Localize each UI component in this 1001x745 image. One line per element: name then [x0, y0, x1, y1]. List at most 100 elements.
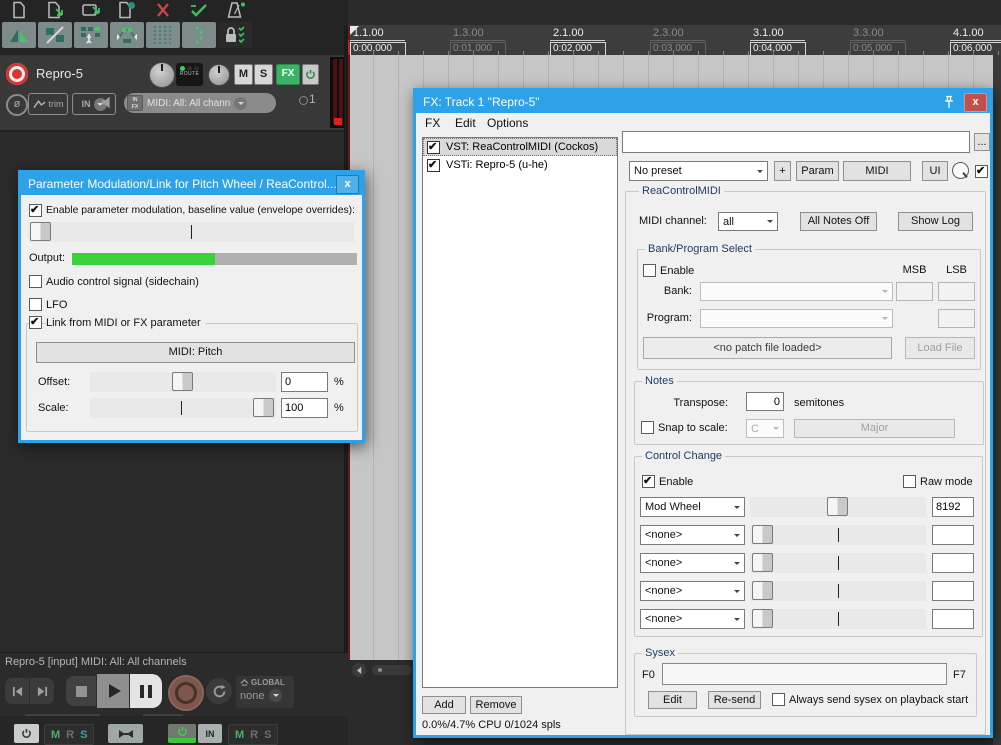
go-to-end-button[interactable] [30, 678, 54, 704]
remove-fx-button[interactable]: Remove [470, 696, 522, 714]
offset-value-input[interactable] [281, 372, 328, 392]
cc-slider-handle[interactable] [752, 525, 773, 544]
solo-button[interactable]: S [264, 729, 271, 741]
ui-button[interactable]: UI [922, 161, 948, 181]
cc-source-select[interactable]: <none> [640, 553, 745, 573]
global-automation-control[interactable]: GLOBAL none [236, 676, 294, 708]
track-power-button[interactable] [168, 724, 196, 743]
scale-name-button[interactable]: Major [794, 419, 955, 438]
program-lsb-input[interactable] [938, 309, 975, 328]
close-button[interactable]: x [964, 93, 987, 112]
preset-select[interactable]: No preset [629, 161, 768, 181]
bank-msb-input[interactable] [896, 282, 933, 301]
monitor-speaker-icon[interactable] [101, 95, 116, 115]
toolbar-button-envelope-points[interactable] [110, 22, 144, 48]
record-button[interactable]: R [250, 729, 258, 741]
fx-enable-checkbox[interactable] [975, 164, 988, 178]
arrange-vscrollbar[interactable] [993, 55, 1001, 745]
midi-button[interactable]: MIDI [843, 161, 911, 181]
scroll-left-button[interactable] [352, 663, 366, 677]
load-file-button[interactable]: Load File [905, 337, 975, 359]
toolbar-button-grid-edit[interactable] [74, 22, 108, 48]
volume-knob[interactable] [149, 62, 175, 88]
offset-slider[interactable] [90, 372, 276, 392]
cc-enable-checkbox[interactable] [642, 474, 655, 488]
cc-source-select[interactable]: Mod Wheel [640, 497, 745, 517]
record-button[interactable]: R [66, 729, 74, 741]
fx-chain-item[interactable]: VST: ReaControlMIDI (Cockos) [423, 138, 617, 156]
fx-comment-input[interactable] [622, 131, 970, 153]
repeat-button[interactable] [206, 678, 232, 704]
sysex-input[interactable] [662, 663, 947, 685]
mute-button[interactable]: M [234, 64, 253, 85]
toolbar-button-project-settings[interactable] [110, 0, 144, 20]
solo-button[interactable]: S [80, 729, 87, 741]
cc-value-input[interactable] [932, 553, 974, 573]
link-checkbox[interactable] [29, 315, 42, 329]
play-button[interactable] [97, 674, 129, 708]
baseline-slider[interactable] [28, 222, 354, 242]
program-select[interactable] [700, 309, 893, 328]
always-send-sysex-checkbox[interactable] [772, 693, 785, 706]
cc-slider-handle[interactable] [752, 553, 773, 572]
track-input-button[interactable]: IN [198, 724, 222, 743]
baseline-slider-handle[interactable] [30, 222, 51, 241]
toolbar-button-grid-lines[interactable] [146, 22, 180, 48]
toolbar-button-check[interactable] [182, 0, 216, 20]
menu-fx[interactable]: FX [425, 116, 440, 130]
cc-value-input[interactable] [932, 525, 974, 545]
midi-channel-select[interactable]: all [718, 212, 778, 231]
offset-slider-handle[interactable] [172, 372, 193, 391]
pan-knob[interactable] [208, 64, 230, 86]
pause-button[interactable] [130, 674, 162, 708]
cc-slider[interactable] [750, 525, 926, 545]
mute-button[interactable]: M [51, 729, 60, 741]
sysex-resend-button[interactable]: Re-send [708, 691, 761, 709]
toolbar-button-save-project[interactable] [74, 0, 108, 20]
toolbar-button-unlink[interactable] [38, 22, 72, 48]
add-fx-button[interactable]: Add [422, 696, 466, 714]
scale-slider-handle[interactable] [253, 398, 274, 417]
toolbar-button-lock[interactable] [218, 22, 252, 48]
midi-input-selector[interactable]: IN FX MIDI: All: All chann [124, 93, 276, 113]
cc-source-select[interactable]: <none> [640, 581, 745, 601]
cc-slider[interactable] [750, 581, 926, 601]
link-source-button[interactable]: MIDI: Pitch [36, 342, 355, 363]
cc-slider-handle[interactable] [752, 581, 773, 600]
preset-plus-button[interactable]: + [774, 161, 791, 181]
fx-button[interactable]: FX [276, 64, 300, 85]
timeline-ruler[interactable]: 1.1.00 0:00.000 1.3.00 0:01.000 2.1.00 0:02… [348, 25, 1001, 56]
audio-control-checkbox[interactable] [29, 275, 42, 288]
phase-button[interactable]: ø [6, 94, 28, 116]
snap-to-scale-checkbox[interactable] [641, 421, 654, 434]
scale-slider[interactable] [90, 398, 276, 418]
menu-options[interactable]: Options [487, 116, 528, 130]
cc-slider[interactable] [750, 553, 926, 573]
transpose-input[interactable] [746, 392, 784, 411]
track-name[interactable]: Repro-5 [36, 66, 83, 81]
show-log-button[interactable]: Show Log [898, 212, 973, 231]
sysex-edit-button[interactable]: Edit [648, 691, 697, 709]
bank-select[interactable] [700, 282, 893, 301]
solo-button[interactable]: S [254, 64, 273, 85]
fx-chain-list[interactable]: VST: ReaControlMIDI (Cockos) VSTi: Repro… [422, 137, 618, 688]
cc-value-input[interactable] [932, 497, 974, 517]
close-button[interactable]: x [336, 175, 359, 194]
fx-enabled-checkbox[interactable] [427, 158, 440, 172]
item-mix-button[interactable] [108, 724, 143, 743]
zoom-slider[interactable] [372, 665, 412, 675]
fx-chain-item[interactable]: VSTi: Repro-5 (u-he) [423, 156, 617, 174]
cc-source-select[interactable]: <none> [640, 525, 745, 545]
menu-edit[interactable]: Edit [455, 116, 476, 130]
wet-dry-knob[interactable] [952, 162, 969, 179]
bank-lsb-input[interactable] [938, 282, 975, 301]
master-power-button[interactable] [14, 724, 39, 743]
browse-button[interactable]: ... [974, 133, 990, 151]
cc-slider-handle[interactable] [752, 609, 773, 628]
trim-envelope-button[interactable]: trim [28, 93, 68, 115]
toolbar-button-open-project[interactable] [38, 0, 72, 20]
record-arm-button[interactable] [6, 63, 28, 85]
go-to-start-button[interactable] [5, 678, 29, 704]
all-notes-off-button[interactable]: All Notes Off [800, 212, 877, 231]
toolbar-button-new-project[interactable] [2, 0, 36, 20]
